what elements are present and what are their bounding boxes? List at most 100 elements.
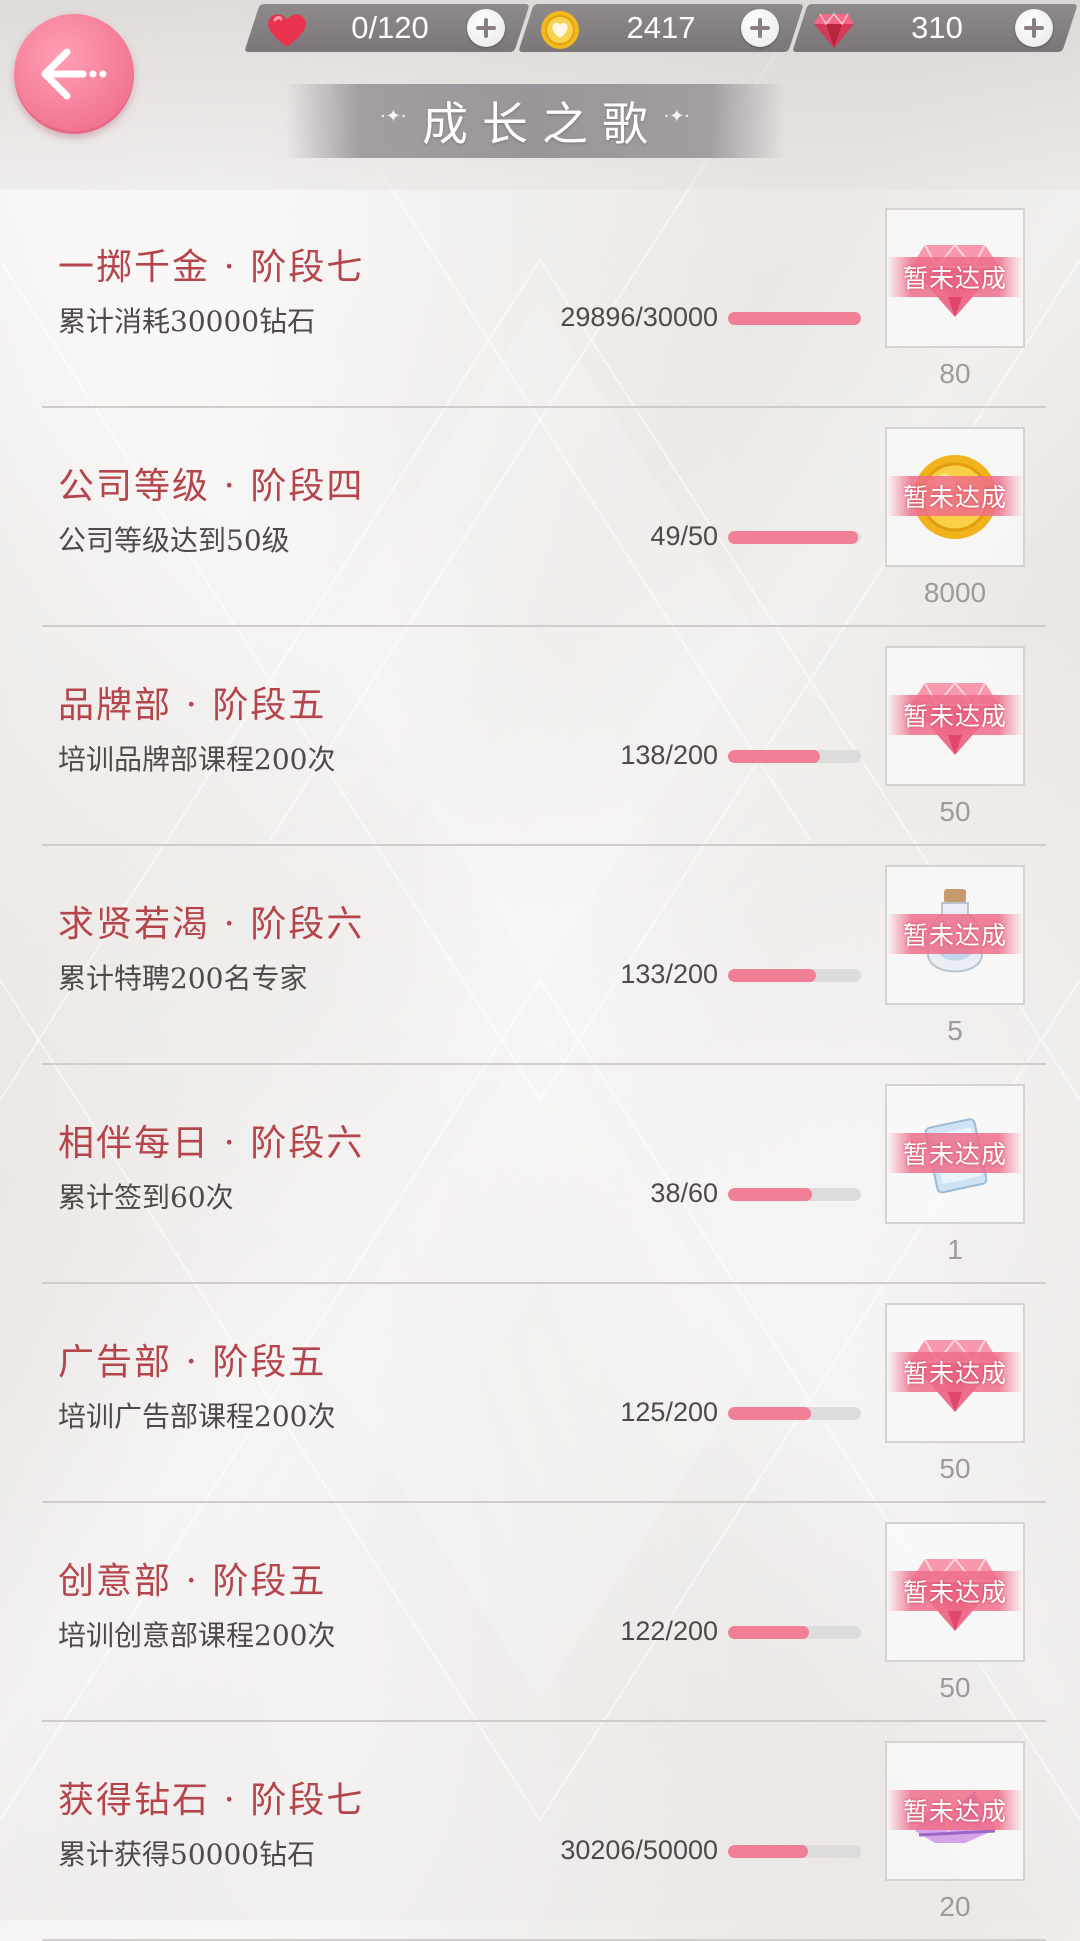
achievement-description: 公司等级达到50级 [58, 524, 290, 557]
status-label: 暂未达成 [902, 264, 1007, 293]
progress-text: 30206/50000 [560, 1835, 718, 1865]
achievement-title: 相伴每日 · 阶段六 [58, 1123, 365, 1164]
plus-icon [750, 18, 770, 38]
reward-count: 50 [939, 1453, 971, 1484]
top-bar: 0/120 2417 310 ·✦· 成长之歌 ·✦· [0, 0, 1080, 190]
status-label: 暂未达成 [902, 483, 1007, 512]
status-ribbon: 暂未达成 [887, 914, 1023, 954]
achievement-row: 广告部 · 阶段五 培训广告部课程200次 125/200 暂未达成 50 [0, 1285, 1080, 1503]
status-ribbon: 暂未达成 [887, 1790, 1023, 1830]
progress-text: 29896/30000 [560, 302, 718, 332]
reward-slot[interactable]: 暂未达成 [885, 427, 1025, 567]
status-ribbon: 暂未达成 [887, 695, 1023, 735]
page-title: 成长之歌 [422, 97, 662, 151]
status-ribbon: 暂未达成 [887, 476, 1023, 516]
reward-slot[interactable]: 暂未达成 [885, 646, 1025, 786]
status-ribbon: 暂未达成 [887, 1571, 1023, 1611]
row-divider [42, 406, 1046, 408]
progress-bar-fill [728, 750, 820, 763]
reward-slot[interactable]: 暂未达成 [885, 1741, 1025, 1881]
back-arrow-icon [41, 48, 107, 100]
progress-bar-fill [728, 1845, 809, 1858]
row-divider [42, 625, 1046, 627]
achievement-description: 累计签到60次 [58, 1181, 234, 1214]
reward-count: 50 [939, 1672, 971, 1703]
reward-count: 50 [939, 796, 971, 827]
plus-icon [1024, 18, 1044, 38]
page-title-banner: ·✦· 成长之歌 ·✦· [285, 84, 785, 158]
achievement-description: 培训广告部课程200次 [58, 1400, 336, 1433]
progress-bar-fill [728, 312, 861, 325]
status-ribbon: 暂未达成 [887, 1133, 1023, 1173]
progress-bar [728, 1845, 861, 1858]
progress-text: 49/50 [650, 521, 718, 551]
reward-slot[interactable]: 暂未达成 [885, 208, 1025, 348]
progress-bar [728, 969, 861, 982]
achievement-row: 求贤若渴 · 阶段六 累计特聘200名专家 133/200 暂未达成 5 [0, 847, 1080, 1065]
achievement-row: 创意部 · 阶段五 培训创意部课程200次 122/200 暂未达成 50 [0, 1504, 1080, 1722]
achievement-title: 创意部 · 阶段五 [58, 1561, 327, 1602]
progress-text: 125/200 [620, 1397, 718, 1427]
coins-value: 2417 [626, 10, 696, 45]
status-label: 暂未达成 [902, 1140, 1007, 1169]
status-ribbon: 暂未达成 [887, 257, 1023, 297]
achievement-description: 培训创意部课程200次 [58, 1619, 336, 1652]
achievement-row: 相伴每日 · 阶段六 累计签到60次 38/60 暂未达成 1 [0, 1066, 1080, 1284]
reward-count: 5 [947, 1015, 963, 1046]
achievement-title: 获得钻石 · 阶段七 [58, 1780, 365, 1821]
progress-text: 133/200 [620, 959, 718, 989]
status-ribbon: 暂未达成 [887, 1352, 1023, 1392]
row-divider [42, 844, 1046, 846]
diamonds-value: 310 [911, 10, 963, 45]
decor-dots: ·✦· [380, 106, 407, 127]
plus-icon [476, 18, 496, 38]
achievement-description: 累计消耗30000钻石 [58, 305, 316, 338]
row-divider [42, 1282, 1046, 1284]
reward-slot[interactable]: 暂未达成 [885, 1522, 1025, 1662]
reward-count: 80 [939, 358, 971, 389]
status-label: 暂未达成 [902, 921, 1007, 950]
achievement-row: 获得钻石 · 阶段七 累计获得50000钻石 30206/50000 暂未达成 … [0, 1723, 1080, 1941]
status-label: 暂未达成 [902, 1797, 1007, 1826]
add-diamonds-button[interactable] [1015, 9, 1053, 47]
progress-bar-fill [728, 969, 817, 982]
row-divider [42, 1720, 1046, 1722]
add-hearts-button[interactable] [467, 9, 505, 47]
heart-icon [265, 8, 309, 52]
status-label: 暂未达成 [902, 702, 1007, 731]
progress-bar-fill [728, 531, 859, 544]
progress-bar [728, 1188, 861, 1201]
achievement-description: 培训品牌部课程200次 [58, 743, 336, 776]
progress-text: 122/200 [620, 1616, 718, 1646]
reward-slot[interactable]: 暂未达成 [885, 865, 1025, 1005]
progress-bar [728, 531, 861, 544]
achievement-title: 一掷千金 · 阶段七 [58, 247, 365, 288]
progress-bar-fill [728, 1407, 812, 1420]
coin-icon [538, 8, 582, 52]
progress-bar [728, 312, 861, 325]
status-label: 暂未达成 [902, 1578, 1007, 1607]
decor-dots: ·✦· [663, 106, 690, 127]
reward-slot[interactable]: 暂未达成 [885, 1084, 1025, 1224]
achievement-title: 求贤若渴 · 阶段六 [58, 904, 365, 945]
row-divider [42, 1501, 1046, 1503]
achievement-title: 品牌部 · 阶段五 [58, 685, 327, 726]
diamond-icon [812, 8, 856, 52]
row-divider [42, 1063, 1046, 1065]
reward-count: 8000 [923, 577, 987, 608]
reward-count: 20 [939, 1891, 971, 1922]
achievement-row: 公司等级 · 阶段四 公司等级达到50级 49/50 暂未达成 8000 [0, 409, 1080, 627]
achievement-description: 累计获得50000钻石 [58, 1838, 316, 1871]
reward-slot[interactable]: 暂未达成 [885, 1303, 1025, 1443]
progress-text: 138/200 [620, 740, 718, 770]
progress-bar-fill [728, 1626, 810, 1639]
progress-bar [728, 1407, 861, 1420]
add-coins-button[interactable] [741, 9, 779, 47]
status-label: 暂未达成 [902, 1359, 1007, 1388]
achievement-description: 累计特聘200名专家 [58, 962, 308, 995]
progress-bar-fill [728, 1188, 813, 1201]
back-button[interactable] [14, 14, 134, 134]
progress-bar [728, 750, 861, 763]
hearts-value: 0/120 [351, 10, 429, 45]
achievement-title: 广告部 · 阶段五 [58, 1342, 327, 1383]
